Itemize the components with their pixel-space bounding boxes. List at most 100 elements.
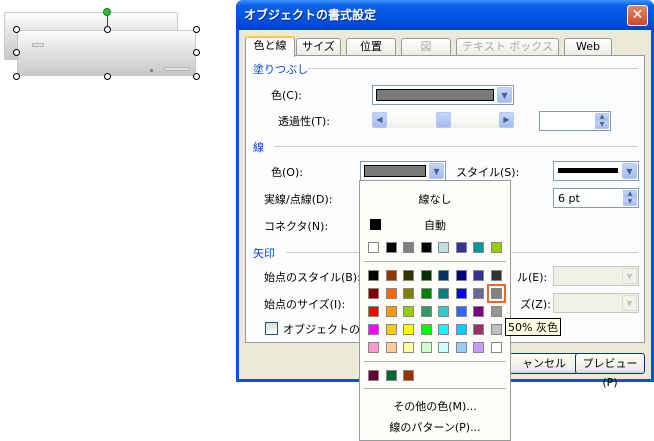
standard-color-swatch[interactable] <box>385 270 397 281</box>
tab-position[interactable]: 位置 <box>346 38 396 55</box>
fill-section-title: 塗りつぶし <box>253 63 309 76</box>
transparency-label: 透過性(T): <box>278 115 331 128</box>
standard-color-swatch[interactable] <box>455 270 467 281</box>
standard-color-swatch[interactable] <box>368 288 379 299</box>
automatic-item[interactable]: 自動 <box>360 217 510 233</box>
standard-color-swatch[interactable] <box>490 342 502 353</box>
recent-color-swatch[interactable] <box>385 370 397 381</box>
standard-color-swatch[interactable] <box>420 342 432 353</box>
chevron-down-icon[interactable]: ▼ <box>497 87 512 103</box>
slider-thumb[interactable] <box>436 112 451 128</box>
shape-indicator <box>150 69 153 72</box>
line-pattern-item[interactable]: 線のパターン(P)... <box>360 419 510 435</box>
preview-button[interactable]: プレビュー(P) <box>575 353 645 389</box>
standard-color-swatch[interactable] <box>403 288 414 299</box>
scheme-color-swatch[interactable] <box>473 242 484 253</box>
selected-shape[interactable] <box>17 30 196 76</box>
tab-web[interactable]: Web <box>564 38 612 55</box>
standard-color-swatch[interactable] <box>385 342 397 353</box>
resize-handle[interactable] <box>13 26 20 33</box>
end-style-dropdown: ▼ <box>553 266 639 286</box>
standard-color-swatch[interactable] <box>403 270 414 281</box>
scheme-color-swatch[interactable] <box>438 242 449 253</box>
standard-color-swatch[interactable] <box>403 324 414 335</box>
chevron-left-icon[interactable]: ◀ <box>372 112 387 128</box>
standard-color-swatch[interactable] <box>455 324 467 335</box>
standard-color-swatch[interactable] <box>368 324 379 335</box>
more-colors-item[interactable]: その他の色(M)... <box>360 398 510 414</box>
cancel-button[interactable]: ャンセル <box>509 353 579 374</box>
scheme-color-swatch[interactable] <box>368 242 379 253</box>
line-weight-spinner[interactable]: 6 pt ▲ ▼ <box>553 188 639 208</box>
standard-color-swatch[interactable] <box>490 324 502 335</box>
standard-color-swatch[interactable] <box>420 306 432 317</box>
standard-color-swatch[interactable] <box>403 306 414 317</box>
standard-color-swatch[interactable] <box>438 342 449 353</box>
standard-color-swatch[interactable] <box>420 324 432 335</box>
spin-up-icon[interactable]: ▲ <box>623 190 637 198</box>
tab-picture: 図 <box>401 38 451 55</box>
scheme-color-swatch[interactable] <box>455 242 467 253</box>
drawing-canvas[interactable] <box>0 0 236 441</box>
standard-color-swatch[interactable] <box>473 342 484 353</box>
scheme-color-swatch[interactable] <box>385 242 397 253</box>
standard-color-swatch[interactable] <box>473 306 484 317</box>
end-size-dropdown: ▼ <box>553 293 639 313</box>
standard-color-swatch[interactable] <box>385 288 397 299</box>
fill-color-dropdown[interactable]: ▼ <box>372 85 514 105</box>
standard-color-swatch[interactable] <box>490 270 502 281</box>
scheme-color-swatch[interactable] <box>420 242 432 253</box>
end-style-label: ル(E): <box>517 271 548 284</box>
tab-colors-lines[interactable]: 色と線 <box>245 36 295 57</box>
resize-handle[interactable] <box>193 26 200 33</box>
recent-color-swatch[interactable] <box>368 370 379 381</box>
standard-color-swatch[interactable] <box>455 342 467 353</box>
spin-down-icon[interactable]: ▼ <box>623 198 637 206</box>
rotation-handle[interactable] <box>103 8 111 16</box>
line-color-dropdown[interactable]: ▼ <box>360 161 446 181</box>
standard-color-swatch[interactable] <box>420 270 432 281</box>
tab-size[interactable]: サイズ <box>296 38 341 55</box>
standard-color-swatch[interactable] <box>420 288 432 299</box>
resize-handle[interactable] <box>104 26 111 33</box>
resize-handle[interactable] <box>104 73 111 80</box>
standard-color-swatch[interactable] <box>455 306 467 317</box>
standard-color-swatch[interactable] <box>368 306 379 317</box>
chevron-right-icon[interactable]: ▶ <box>499 112 514 128</box>
resize-handle[interactable] <box>13 49 20 56</box>
standard-color-swatch[interactable] <box>438 288 449 299</box>
standard-color-swatch[interactable] <box>368 270 379 281</box>
recent-color-swatch[interactable] <box>403 370 414 381</box>
standard-color-swatch[interactable] <box>385 324 397 335</box>
standard-color-swatch[interactable] <box>473 324 484 335</box>
scheme-color-swatch[interactable] <box>490 242 502 253</box>
scheme-color-swatch[interactable] <box>403 242 414 253</box>
standard-color-swatch[interactable] <box>455 288 467 299</box>
standard-color-swatch[interactable] <box>473 288 484 299</box>
chevron-down-icon[interactable]: ▼ <box>622 163 637 179</box>
standard-color-swatch[interactable] <box>438 306 449 317</box>
divider <box>364 388 506 389</box>
spin-down-icon[interactable]: ▼ <box>595 121 609 129</box>
resize-handle[interactable] <box>193 73 200 80</box>
transparency-slider[interactable]: ◀ ▶ <box>372 112 514 128</box>
standard-color-swatch[interactable] <box>473 270 484 281</box>
standard-color-swatch[interactable] <box>438 324 449 335</box>
chevron-down-icon[interactable]: ▼ <box>429 163 444 179</box>
standard-color-swatch[interactable] <box>490 306 502 317</box>
standard-color-swatch[interactable] <box>486 284 506 303</box>
resize-handle[interactable] <box>193 49 200 56</box>
resize-handle[interactable] <box>13 73 20 80</box>
transparency-spinner[interactable]: ▲ ▼ <box>539 111 611 131</box>
dash-type-label: 実線/点線(D): <box>264 193 333 206</box>
no-line-item[interactable]: 線なし <box>360 191 510 207</box>
line-style-dropdown[interactable]: ▼ <box>553 161 639 181</box>
standard-color-swatch[interactable] <box>368 342 379 353</box>
title-bar[interactable]: オブジェクトの書式設定 ✕ <box>236 0 654 30</box>
close-button[interactable]: ✕ <box>627 5 648 26</box>
standard-color-swatch[interactable] <box>438 270 449 281</box>
standard-color-swatch[interactable] <box>403 342 414 353</box>
standard-color-swatch[interactable] <box>385 306 397 317</box>
spin-up-icon[interactable]: ▲ <box>595 113 609 121</box>
default-checkbox[interactable] <box>265 322 278 335</box>
